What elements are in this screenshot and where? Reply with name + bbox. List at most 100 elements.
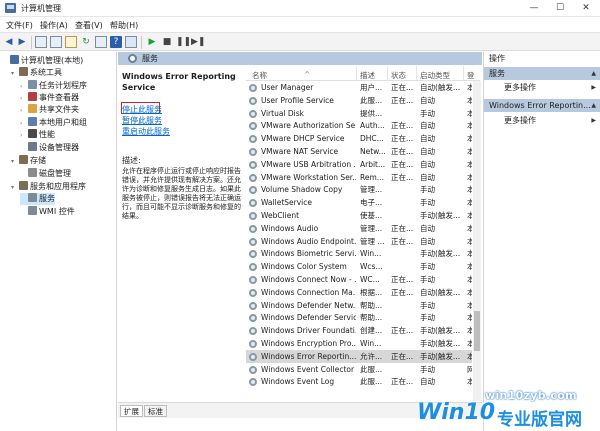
export-list-icon[interactable] [65,36,77,48]
table-row[interactable]: VMware USB Arbitration ... Arbit... 正在... 自… [246,158,472,171]
more-actions-2[interactable]: 更多操作 ▶ [484,114,600,127]
cell-status: 正在... [391,121,414,131]
table-row[interactable]: Windows Encryption Pro... Win... 手动(触发... 本 [246,337,472,350]
column-divider [416,66,417,81]
cell-description: Rem... [360,172,384,182]
cell-startup-type: 手动 [420,185,435,195]
table-row[interactable]: Windows Error Reportin... 允许... 正在... 手动(触发… [246,349,472,363]
scrollbar-thumb[interactable] [474,311,480,351]
tree-node-icon [28,206,37,215]
menu-help[interactable]: 帮助(H) [110,20,138,31]
pause-service-link[interactable]: 暂停此服务 [122,115,162,126]
expand-arrow-icon[interactable]: ▾ [11,156,19,168]
restart-service-icon[interactable]: ▶❚ [191,36,205,48]
tree-node[interactable]: › 任务计划程序 [20,80,87,92]
cell-description: 帮助... [360,300,383,310]
expand-arrow-icon[interactable]: › [20,130,28,142]
tree-node[interactable]: ▾ 存储 [11,155,46,167]
tree-node[interactable]: 服务 [20,193,55,205]
collapse-caret-icon[interactable]: ▲ [591,99,596,112]
maximize-button[interactable]: ☐ [547,0,573,16]
tab-standard[interactable]: 标准 [144,405,167,417]
table-row[interactable]: VMware Workstation Ser... Rem... 正在... 自动 本 [246,171,472,184]
table-row[interactable]: Windows Biometric Servi... Win... 手动(触发...… [246,247,472,260]
tree-node[interactable]: 计算机管理(本地) [2,55,83,67]
tree-node[interactable]: ▾ 服务和应用程序 [11,181,86,193]
tree-node[interactable]: › 本地用户和组 [20,117,87,129]
table-row[interactable]: Volume Shadow Copy 管理... 手动 本 [246,183,472,196]
table-row[interactable]: Windows Event Collector 此服... 手动 网 [246,363,472,376]
column-status[interactable]: 状态 [391,70,406,81]
table-row[interactable]: Windows Connect Now - ... WC... 正在... 手动 本 [246,273,472,286]
menu-action[interactable]: 操作(A) [40,20,68,31]
menu-view[interactable]: 查看(V) [75,20,103,31]
refresh-icon[interactable]: ↻ [80,36,92,48]
help-icon[interactable]: ? [110,36,122,48]
tab-extended[interactable]: 扩展 [120,405,143,417]
back-arrow-icon[interactable]: ◀ [3,36,15,48]
sort-arrow-icon: ^ [304,70,311,79]
close-button[interactable]: ✕ [573,0,599,16]
pause-service-icon[interactable]: ❚❚ [176,36,191,48]
more-actions-1[interactable]: 更多操作 ▶ [484,81,600,94]
table-row[interactable]: Windows Audio Endpoint... 管理 ... 正在... 自动 本 [246,235,472,248]
cell-status: 正在... [391,95,414,105]
table-row[interactable]: VMware Authorization Se... Auth... 正在... 自动… [246,119,472,132]
vertical-scrollbar[interactable] [473,81,481,401]
stop-service-link[interactable]: 停止此服务 [122,104,162,115]
tree-node[interactable]: › 事件查看器 [20,92,79,104]
column-name[interactable]: 名称 [252,70,267,81]
services-gear-icon [128,54,137,63]
service-gear-icon [249,84,257,92]
table-row[interactable]: VMware DHCP Service DHC... 正在... 自动 本 [246,132,472,145]
show-tree-icon[interactable] [35,36,47,48]
minimize-button[interactable]: — [521,0,547,16]
tree-node[interactable]: WMI 控件 [20,206,75,218]
tree-node-label: 服务 [39,194,55,203]
table-row[interactable]: WalletService 电子... 手动 本 [246,196,472,209]
table-row[interactable]: Windows Event Log 此服... 正在... 自动 本 [246,375,472,388]
table-row[interactable]: Windows Driver Foundati... 创建... 正在... 手动(触… [246,324,472,337]
table-row[interactable]: Windows Defender Service 帮助... 手动 本 [246,311,472,324]
stop-service-icon[interactable]: ■ [161,36,173,48]
properties-icon[interactable] [50,36,62,48]
table-row[interactable]: Windows Color System Wcs... 手动 本 [246,260,472,273]
table-row[interactable]: Windows Connection Ma... 根据... 正在... 自动(触发.… [246,286,472,299]
cell-name: VMware Authorization Se... [261,121,356,131]
actions-group-service[interactable]: Windows Error Reportin... ▲ [484,99,600,112]
cell-startup-type: 自动 [420,159,435,169]
table-row[interactable]: User Manager 用户... 正在... 自动(触发... 本 [246,81,472,94]
table-row[interactable]: WebClient 使基... 手动(触发... 本 [246,209,472,222]
column-logon[interactable]: 登 [467,70,475,81]
restart-service-link[interactable]: 重启动此服务 [122,126,170,137]
cell-name: Windows Color System [261,262,347,272]
start-service-icon[interactable]: ▶ [146,36,158,48]
expand-arrow-icon[interactable]: ▾ [11,68,19,80]
tree-node[interactable]: ▾ 系统工具 [11,67,62,79]
export-icon[interactable] [95,36,107,48]
collapse-caret-icon[interactable]: ▲ [591,67,596,80]
table-row[interactable]: Windows Audio 管理... 正在... 自动 本 [246,222,472,235]
menu-bar: 文件(F) 操作(A) 查看(V) 帮助(H) [0,17,600,32]
table-row[interactable]: VMware NAT Service Netw... 正在... 自动 本 [246,145,472,158]
table-row[interactable]: Virtual Disk 提供... 手动 本 [246,107,472,120]
submenu-arrow-icon: ▶ [591,84,596,91]
table-row[interactable]: Windows Defender Netw... 帮助... 手动 本 [246,299,472,312]
tree-node[interactable]: › 性能 [20,129,55,141]
console-tree: 计算机管理(本地) ▾ 系统工具 › 任务计划程序 › 事件查看器 › 共享文件夹 › 本地用户和组… [0,52,117,431]
menu-file[interactable]: 文件(F) [6,20,33,31]
expand-arrow-icon[interactable]: ▾ [11,182,19,194]
show-action-pane-icon[interactable] [125,36,137,48]
cell-logon: 网 [467,364,472,374]
table-row[interactable]: User Profile Service 此服... 正在... 自动 本 [246,94,472,107]
expand-arrow-icon[interactable]: › [20,105,28,117]
forward-arrow-icon[interactable]: ▶ [16,36,28,48]
cell-startup-type: 自动 [420,172,435,182]
actions-group-services[interactable]: 服务 ▲ [484,67,600,80]
tree-node[interactable]: › 共享文件夹 [20,104,79,116]
column-startup-type[interactable]: 启动类型 [420,70,450,81]
column-description[interactable]: 描述 [360,70,375,81]
tree-node[interactable]: 磁盘管理 [20,168,71,180]
tree-node[interactable]: 设备管理器 [20,142,79,154]
cell-logon: 本 [467,159,472,169]
